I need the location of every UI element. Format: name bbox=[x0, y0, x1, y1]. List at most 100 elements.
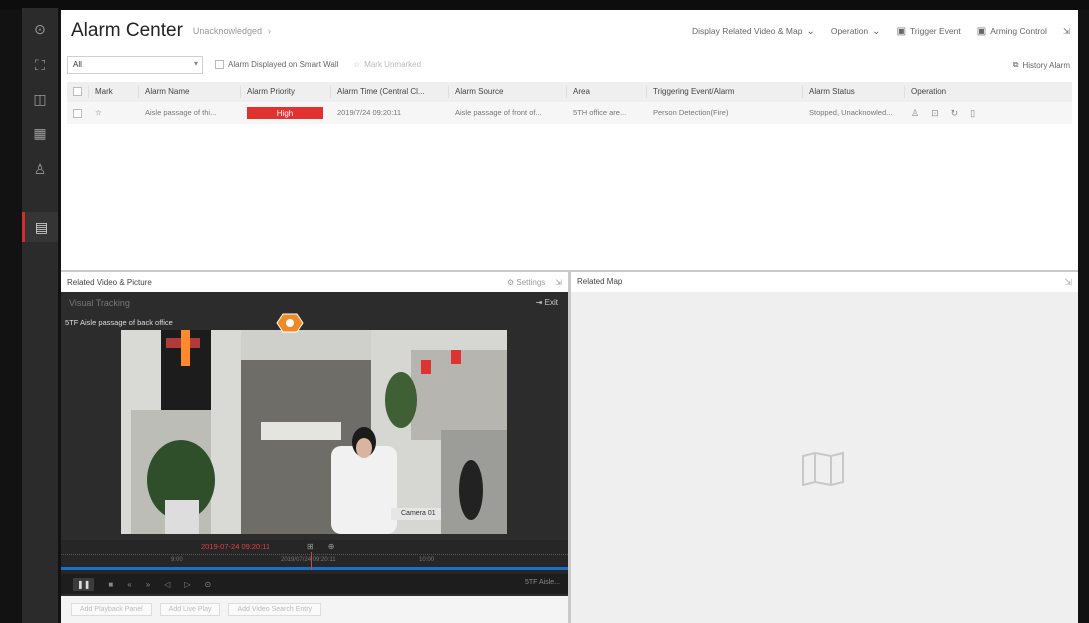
add-video-search-button[interactable]: Add Video Search Entry bbox=[228, 603, 322, 616]
zoom-icon[interactable]: ⊕ bbox=[328, 542, 335, 551]
recording-bar[interactable] bbox=[61, 567, 568, 570]
stop-icon[interactable]: ■ bbox=[108, 580, 113, 589]
triggering-event-cell: Person Detection(Fire) bbox=[653, 108, 729, 117]
priority-cell: High bbox=[241, 107, 331, 119]
forward-icon[interactable]: ⊡ bbox=[931, 107, 939, 119]
video-panel-footer: Add Playback Panel Add Live Play Add Vid… bbox=[61, 596, 568, 623]
alarm-name-cell: Aisle passage of thi... bbox=[145, 108, 217, 117]
camera-name-label: 5TF Aisle passage of back office bbox=[65, 318, 173, 327]
live-video-frame[interactable]: Camera 01 bbox=[121, 330, 507, 534]
mark-star-icon[interactable]: ☆ bbox=[89, 107, 139, 119]
add-live-play-button[interactable]: Add Live Play bbox=[159, 603, 221, 616]
person-icon[interactable]: ♙ bbox=[22, 154, 58, 184]
col-mark[interactable]: Mark bbox=[89, 86, 139, 98]
chevron-down-icon: ⌄ bbox=[872, 25, 881, 37]
exit-button[interactable]: ⇥ Exit bbox=[536, 298, 558, 307]
fast-icon[interactable]: » bbox=[146, 580, 150, 589]
operation-cell: ♙ ⊡ ↻ ▯ bbox=[905, 107, 1005, 119]
table-icon[interactable]: ▦ bbox=[22, 118, 58, 148]
related-video-panel: Related Video & Picture ⚙ Settings ⇲ Vis… bbox=[61, 272, 568, 623]
related-map-panel: Related Map ⇲ bbox=[571, 272, 1078, 623]
camera-position-marker-icon[interactable] bbox=[275, 312, 305, 334]
alarm-source-cell: Aisle passage of front of... bbox=[455, 108, 542, 117]
alarm-time-cell: 2019/7/24 09:20:11 bbox=[337, 108, 402, 117]
trigger-event-label: Trigger Event bbox=[910, 26, 961, 36]
pause-icon[interactable]: ❚❚ bbox=[73, 577, 95, 591]
alarm-filter-value: All bbox=[73, 60, 82, 69]
filter-bar: All ▾ Alarm Displayed on Smart Wall ☆ Ma… bbox=[61, 56, 1078, 78]
mark-unmarked-label: Mark Unmarked bbox=[364, 60, 422, 69]
map-panel-header: Related Map ⇲ bbox=[571, 272, 1078, 292]
map-panel-title: Related Map bbox=[577, 277, 623, 286]
trigger-event-button[interactable]: ▣ Trigger Event bbox=[897, 26, 961, 37]
timeline-label-mid: 2019/07/24 09:20:11 bbox=[281, 557, 336, 563]
area-cell: 5TH office are... bbox=[573, 108, 627, 117]
map-placeholder-icon bbox=[802, 452, 844, 486]
document-icon[interactable]: ▯ bbox=[970, 107, 975, 119]
header-actions: Display Related Video & Map ⌄ Operation … bbox=[692, 10, 1070, 52]
smart-wall-label: Alarm Displayed on Smart Wall bbox=[228, 60, 339, 69]
screen-root: ⊙ ⛶ ◫ ▦ ♙ ▤ Alarm Center Unacknowledged … bbox=[0, 0, 1089, 623]
display-related-label: Display Related Video & Map bbox=[692, 26, 803, 36]
forward-icon[interactable]: ▷ bbox=[184, 580, 190, 589]
timeline-cursor[interactable] bbox=[311, 552, 312, 570]
col-triggering-event[interactable]: Triggering Event/Alarm bbox=[647, 86, 803, 98]
grid-icon[interactable]: ◫ bbox=[22, 84, 58, 114]
col-alarm-status[interactable]: Alarm Status bbox=[803, 86, 905, 98]
col-alarm-time[interactable]: Alarm Time (Central Cl... bbox=[331, 86, 449, 98]
clip-icon[interactable]: ⊞ bbox=[307, 542, 314, 551]
timeline-label-left: 9:00 bbox=[171, 557, 183, 563]
mark-unmarked-button[interactable]: ☆ Mark Unmarked bbox=[353, 60, 421, 69]
timeline-time-text: 2019-07-24 09:20:11 bbox=[201, 542, 271, 551]
refresh-icon[interactable]: ↻ bbox=[951, 107, 959, 119]
priority-badge: High bbox=[247, 107, 323, 119]
visual-tracking-label: Visual Tracking bbox=[69, 298, 130, 308]
add-playback-button[interactable]: Add Playback Panel bbox=[71, 603, 152, 616]
settings-button[interactable]: ⚙ Settings bbox=[507, 278, 545, 287]
alarm-table: Mark Alarm Name Alarm Priority Alarm Tim… bbox=[67, 82, 1072, 124]
alarm-filter-select[interactable]: All ▾ bbox=[67, 56, 203, 74]
chevron-down-icon: ⌄ bbox=[806, 25, 815, 37]
rewind-icon[interactable]: ◁ bbox=[164, 580, 170, 589]
expand-icon[interactable]: ⇲ bbox=[1064, 272, 1072, 292]
video-panel-title: Related Video & Picture bbox=[67, 277, 152, 287]
alarm-center-app: Alarm Center Unacknowledged › Display Re… bbox=[61, 10, 1078, 623]
alarm-center-icon[interactable]: ▤ bbox=[22, 212, 58, 242]
expand-icon[interactable]: ⇲ bbox=[555, 278, 562, 287]
acknowledge-icon[interactable]: ♙ bbox=[911, 107, 919, 119]
status-filter-label[interactable]: Unacknowledged bbox=[193, 26, 262, 36]
exit-label: Exit bbox=[544, 298, 558, 307]
checkbox-box[interactable] bbox=[215, 60, 224, 69]
col-alarm-priority[interactable]: Alarm Priority bbox=[241, 86, 331, 98]
col-alarm-name[interactable]: Alarm Name bbox=[139, 86, 241, 98]
exit-icon: ⇥ bbox=[535, 298, 543, 307]
network-icon[interactable]: ⛶ bbox=[22, 50, 58, 80]
trigger-icon: ▣ bbox=[896, 25, 907, 37]
office-scene-image bbox=[121, 330, 507, 534]
window-frame-top bbox=[0, 0, 1089, 10]
home-icon[interactable]: ⊙ bbox=[22, 14, 58, 44]
chevron-right-icon[interactable]: › bbox=[268, 26, 271, 36]
capture-icon[interactable]: ⊙ bbox=[204, 580, 211, 589]
alarm-status-cell: Stopped, Unacknowled... bbox=[809, 108, 893, 117]
display-related-video-map-button[interactable]: Display Related Video & Map ⌄ bbox=[692, 26, 815, 37]
table-header: Mark Alarm Name Alarm Priority Alarm Tim… bbox=[67, 82, 1072, 102]
timeline-label-right: 10:00 bbox=[419, 557, 435, 563]
table-row[interactable]: ☆ Aisle passage of thi... High 2019/7/24… bbox=[67, 102, 1072, 124]
expand-icon[interactable]: ⇲ bbox=[1063, 26, 1070, 37]
smart-wall-checkbox[interactable]: Alarm Displayed on Smart Wall bbox=[215, 60, 338, 69]
slow-icon[interactable]: « bbox=[127, 580, 131, 589]
history-alarm-button[interactable]: ⧉ History Alarm bbox=[1013, 60, 1070, 70]
playback-timeline[interactable]: 2019-07-24 09:20:11 ⊞ ⊕ 9:00 2019/07/24 … bbox=[61, 540, 568, 574]
operation-menu-button[interactable]: Operation ⌄ bbox=[831, 26, 881, 37]
col-area[interactable]: Area bbox=[567, 86, 647, 98]
arming-control-button[interactable]: ▣ Arming Control bbox=[977, 26, 1047, 37]
col-alarm-source[interactable]: Alarm Source bbox=[449, 86, 567, 98]
arming-control-label: Arming Control bbox=[990, 26, 1047, 36]
select-all-checkbox[interactable] bbox=[67, 86, 89, 98]
star-icon: ☆ bbox=[353, 60, 361, 69]
camera-overlay-label: Camera 01 bbox=[401, 510, 436, 517]
row-checkbox[interactable] bbox=[67, 107, 89, 119]
playback-controls: ❚❚ ■ « » ◁ ▷ ⊙ 5TF Aisle... bbox=[61, 574, 568, 594]
operation-label: Operation bbox=[830, 26, 869, 36]
